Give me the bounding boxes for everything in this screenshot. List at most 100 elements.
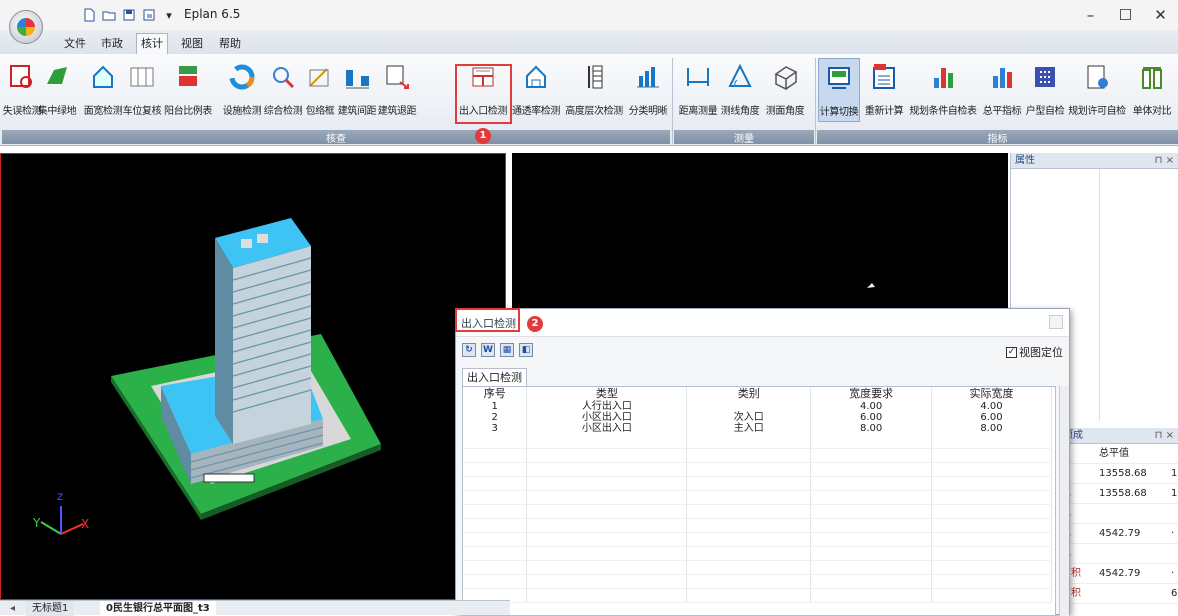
height-level-check-button[interactable]: 高度层次检测 (562, 58, 626, 122)
pin-close-icon[interactable]: ⊓ × (1155, 153, 1174, 169)
table-export-icon[interactable]: ▦ (500, 343, 514, 357)
menu-check[interactable]: 核计 (136, 33, 168, 54)
svg-text:Z: Z (57, 493, 63, 503)
pin-close-icon[interactable]: ⊓ × (1155, 428, 1174, 444)
column-divider (1099, 169, 1100, 421)
refresh-icon[interactable]: ↻ (462, 343, 476, 357)
entrance-check-dialog: 出入口检测 ↻ W ▦ ◧ ✓ 视图定位 出入口检测 序号 类型 类别 宽度要求 … (455, 308, 1070, 616)
unit-type-button[interactable]: 户型自检 (1024, 58, 1066, 122)
menu-municipal[interactable]: 市政 (97, 34, 127, 52)
empty-row (463, 532, 1052, 547)
new-file-icon[interactable] (80, 6, 98, 24)
checkbox-box[interactable]: ✓ (1006, 346, 1017, 358)
empty-row (463, 434, 1052, 449)
facade-width-button[interactable]: 面宽检测 (83, 58, 123, 122)
open-file-icon[interactable] (100, 6, 118, 24)
cell (686, 401, 812, 412)
facade-width-icon (93, 65, 113, 88)
transparency-icon (526, 65, 546, 88)
menu-help[interactable]: 帮助 (215, 34, 245, 52)
menu-file[interactable]: 文件 (60, 34, 90, 52)
line-angle-icon (728, 63, 752, 87)
envelope-box-button[interactable]: 包络框 (303, 58, 337, 122)
cell: 3 (463, 423, 528, 434)
index-row[interactable]: 13558.68 1 (1059, 464, 1178, 484)
comprehensive-check-button[interactable]: 综合检测 (263, 58, 303, 122)
columns-icon[interactable]: ◧ (519, 343, 533, 357)
cell: 8.00 (810, 423, 933, 434)
table-row[interactable]: 3 小区出入口 主入口 8.00 8.00 (463, 423, 1052, 434)
cell: 次入口 (686, 412, 812, 423)
doc-tab-untitled[interactable]: 无标题1 (26, 601, 75, 616)
group-index: 指标 (817, 130, 1178, 145)
table-row[interactable]: 2 小区出入口 次入口 6.00 6.00 (463, 412, 1052, 423)
green-land-icon (47, 67, 67, 84)
dialog-toolbar: ↻ W ▦ ◧ (462, 343, 533, 357)
green-land-button[interactable]: 集中绿地 (37, 58, 77, 122)
menu-view[interactable]: 视图 (177, 34, 207, 52)
permit-check-button[interactable]: 规划许可自检 (1066, 58, 1128, 122)
envelope-box-icon (309, 68, 329, 87)
maximize-button[interactable]: ☐ (1108, 0, 1143, 30)
parking-review-icon (130, 67, 154, 87)
line-angle-button[interactable]: 测线角度 (720, 58, 760, 122)
close-button[interactable]: ✕ (1143, 0, 1178, 30)
error-check-button[interactable]: 失误检测 (2, 58, 42, 122)
index-header-row: 总平值 (1059, 444, 1178, 464)
site-index-icon (993, 68, 1012, 88)
table-row[interactable]: 1 人行出入口 4.00 4.00 (463, 401, 1052, 412)
bar-chart-icon (637, 67, 659, 88)
column-header[interactable]: 实际宽度 (931, 387, 1052, 401)
building-setback-button[interactable]: 建筑退距 (377, 58, 417, 122)
dialog-titlebar[interactable]: 出入口检测 (456, 309, 1069, 337)
doc-tab-active[interactable]: 0民生银行总平面图_t3 (100, 601, 216, 616)
empty-row (463, 588, 1052, 603)
3d-viewport[interactable]: Y X Z (0, 153, 506, 600)
classification-button[interactable]: 分类明晰 (626, 58, 670, 122)
cell: 4.00 (810, 401, 933, 412)
cell: 1 (463, 401, 528, 412)
plane-angle-button[interactable]: 测面角度 (764, 58, 806, 122)
parking-review-button[interactable]: 车位复核 (122, 58, 162, 122)
recalculate-button[interactable]: 重新计算 (862, 58, 906, 122)
column-header[interactable]: 序号 (463, 387, 528, 401)
index-row[interactable]: 也 (1059, 504, 1178, 524)
qat-dropdown[interactable]: ▾ (160, 6, 178, 24)
calc-switch-button[interactable]: 计算切换 (818, 58, 860, 122)
compare-button[interactable]: 单体对比 (1128, 58, 1176, 122)
index-row[interactable]: 也 (1059, 544, 1178, 564)
properties-header: 属性 ⊓ × (1011, 153, 1178, 169)
index-row[interactable]: 面积 6 (1059, 584, 1178, 604)
column-header[interactable]: 类别 (686, 387, 812, 401)
plane-angle-icon (774, 66, 798, 91)
index-row[interactable]: 面积 4542.79 · (1059, 564, 1178, 584)
tab-entrance-check[interactable]: 出入口检测 (462, 368, 527, 386)
building-spacing-button[interactable]: 建筑间距 (337, 58, 377, 122)
app-menu-button[interactable] (9, 10, 43, 44)
balcony-ratio-button[interactable]: 阳台比例表 (162, 58, 214, 122)
index-row[interactable]: 也13558.681 (1059, 484, 1178, 504)
error-check-icon (10, 65, 32, 88)
empty-row (463, 560, 1052, 575)
view-locate-checkbox[interactable]: ✓ 视图定位 (1006, 344, 1063, 360)
tab-scroll-left-icon[interactable]: ◂ (4, 601, 21, 616)
plan-conditions-button[interactable]: 规划条件自检表 (906, 58, 980, 122)
checkbox-label: 视图定位 (1019, 346, 1063, 359)
facility-check-button[interactable]: 设施检测 (222, 58, 262, 122)
vertical-scrollbar[interactable] (1059, 386, 1069, 616)
recalculate-icon (873, 64, 895, 89)
compare-icon (1142, 67, 1162, 89)
column-header[interactable]: 类型 (526, 387, 688, 401)
site-index-button[interactable]: 总平指标 (980, 58, 1024, 122)
word-export-icon[interactable]: W (481, 343, 495, 357)
save-icon[interactable] (120, 6, 138, 24)
empty-row (463, 448, 1052, 463)
index-row[interactable]: 也4542.79· (1059, 524, 1178, 544)
minimize-button[interactable]: – (1073, 0, 1108, 30)
column-header[interactable]: 宽度要求 (810, 387, 933, 401)
save-as-icon[interactable] (140, 6, 158, 24)
dialog-close-button[interactable] (1049, 315, 1063, 329)
transparency-check-button[interactable]: 通透率检测 (510, 58, 562, 122)
distance-measure-button[interactable]: 距离测量 (677, 58, 719, 122)
quick-access-toolbar: ▾ (44, 4, 178, 26)
